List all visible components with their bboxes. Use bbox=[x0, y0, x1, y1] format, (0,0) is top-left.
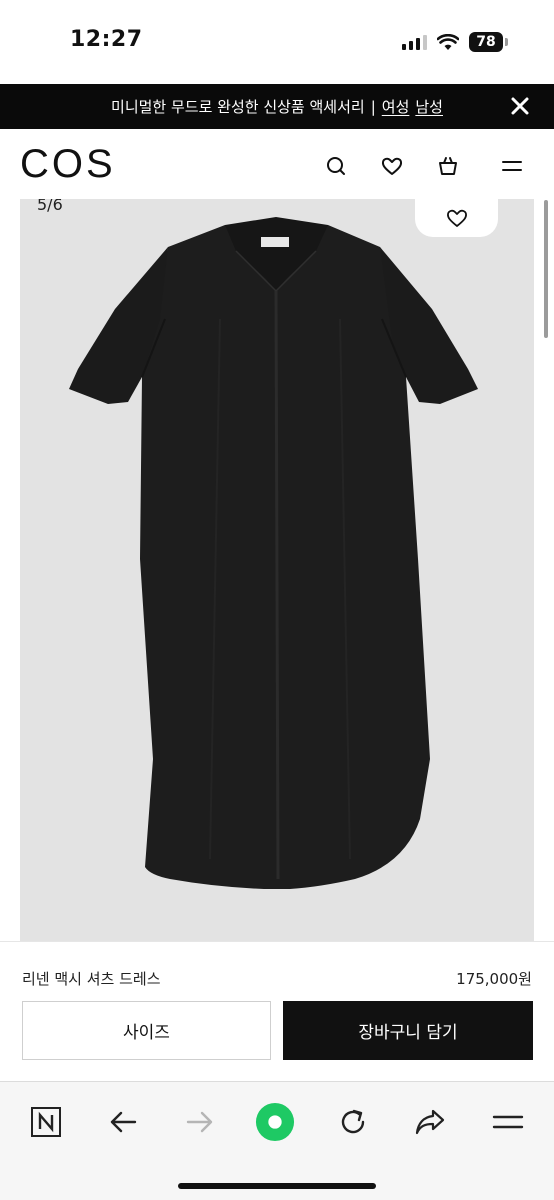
heart-icon bbox=[446, 209, 467, 227]
status-bar: 12:27 78 bbox=[0, 0, 554, 84]
add-to-cart-button[interactable]: 장바구니 담기 bbox=[283, 1001, 533, 1060]
promo-text: 미니멀한 무드로 완성한 신상품 액세서리 bbox=[111, 98, 365, 116]
status-icons: 78 bbox=[402, 30, 508, 54]
home-indicator[interactable] bbox=[178, 1183, 376, 1189]
share-icon[interactable] bbox=[410, 1102, 450, 1142]
back-arrow-icon[interactable] bbox=[103, 1102, 143, 1142]
cellular-signal-icon bbox=[402, 34, 427, 50]
reload-icon[interactable] bbox=[333, 1102, 373, 1142]
heart-icon[interactable] bbox=[380, 154, 404, 178]
browser-toolbar bbox=[0, 1081, 554, 1200]
green-circle-icon[interactable] bbox=[255, 1102, 295, 1142]
dress-image bbox=[69, 217, 478, 889]
promo-link-women[interactable]: 여성 bbox=[382, 96, 410, 117]
search-icon[interactable] bbox=[324, 154, 348, 178]
gallery-counter: 5/6 bbox=[37, 199, 63, 214]
scrollbar[interactable] bbox=[544, 200, 548, 338]
promo-separator: | bbox=[370, 97, 376, 116]
promo-link-men[interactable]: 남성 bbox=[415, 96, 443, 117]
close-icon[interactable] bbox=[508, 94, 532, 118]
battery-icon: 78 bbox=[469, 32, 508, 52]
wishlist-button[interactable] bbox=[415, 199, 498, 237]
naver-n-icon[interactable] bbox=[26, 1102, 66, 1142]
cos-logo[interactable]: COS bbox=[20, 142, 116, 187]
product-image[interactable]: 5/6 bbox=[20, 199, 534, 941]
menu-icon[interactable] bbox=[500, 154, 524, 178]
promo-banner: 미니멀한 무드로 완성한 신상품 액세서리 | 여성 남성 bbox=[0, 84, 554, 129]
product-name: 리넨 맥시 셔츠 드레스 bbox=[22, 970, 161, 988]
product-price: 175,000원 bbox=[456, 970, 532, 988]
product-info: 리넨 맥시 셔츠 드레스 175,000원 사이즈 장바구니 담기 bbox=[0, 941, 554, 1081]
shopping-bag-icon[interactable] bbox=[436, 154, 460, 178]
site-header: COS bbox=[0, 129, 554, 199]
battery-level: 78 bbox=[469, 32, 503, 52]
size-button[interactable]: 사이즈 bbox=[22, 1001, 271, 1060]
menu-icon[interactable] bbox=[488, 1102, 528, 1142]
forward-arrow-icon[interactable] bbox=[180, 1102, 220, 1142]
wifi-icon bbox=[437, 33, 459, 50]
status-time: 12:27 bbox=[70, 27, 143, 52]
